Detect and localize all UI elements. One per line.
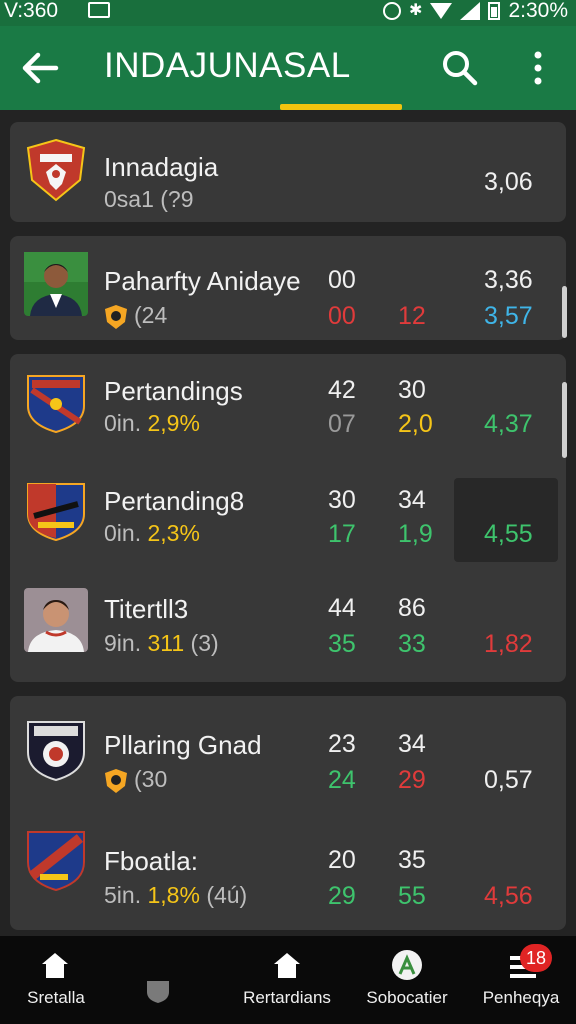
team-name: Pertandings — [104, 376, 243, 406]
score-bottom-2: 55 — [398, 882, 426, 910]
match-subtitle: 9in. 311 (3) — [104, 630, 219, 656]
score-top: 42 — [328, 376, 356, 404]
status-left-text: V:360 — [4, 0, 59, 22]
player-name: Titertll3 — [104, 594, 189, 624]
list-item[interactable]: Pllaring Gnad (30 23 34 24 29 0,57 — [10, 696, 566, 812]
match-card[interactable]: Pllaring Gnad (30 23 34 24 29 0,57 Fboat… — [10, 696, 566, 1020]
nav-label: Penheqya — [482, 988, 560, 1007]
club-crest-icon — [27, 483, 85, 542]
match-card[interactable]: Innadagia 0sa1 (?9 3,06 — [10, 122, 566, 222]
team-name: Pertanding8 — [104, 486, 245, 516]
list-item[interactable]: Fboatla: 5in. 1,8% (4ú) 20 35 29 55 4,56 — [10, 812, 566, 1020]
score-top: 44 — [328, 594, 356, 622]
score-bottom: 35 — [328, 630, 356, 658]
shield-badge-icon — [105, 768, 127, 793]
club-crest-icon — [27, 831, 85, 892]
bottom-navigation: Sretalla Rertardians Sobocatier Penheqya — [0, 936, 576, 1024]
arrow-left-icon — [22, 52, 59, 84]
score-top-2: 86 — [398, 594, 426, 622]
match-subtitle: 0in. 2,3% — [104, 520, 200, 546]
match-subtitle: (24 — [104, 302, 167, 330]
nav-item-menu[interactable]: Penheqya — [466, 936, 576, 1024]
app-bar: INDAJUNASAL — [0, 26, 576, 110]
score-top-2: 35 — [398, 846, 426, 874]
match-subtitle: 0sa1 (?9 — [104, 186, 194, 212]
club-crest-icon — [26, 138, 86, 202]
back-button[interactable] — [20, 50, 60, 86]
notification-icon — [88, 2, 110, 18]
soccer-icon — [392, 950, 422, 980]
shield-icon — [147, 981, 169, 1003]
score-top: 20 — [328, 846, 356, 874]
status-time: 2:30% — [508, 0, 568, 22]
score-bottom: 00 — [328, 302, 356, 330]
odds-value[interactable]: 0,57 — [484, 766, 533, 795]
score-bottom-2: 12 — [398, 302, 426, 330]
score-top: 30 — [328, 486, 356, 514]
odds-value[interactable]: 4,56 — [484, 882, 533, 911]
home-icon — [42, 953, 68, 978]
match-subtitle: (30 — [104, 766, 167, 794]
list-item[interactable]: Titertll3 9in. 311 (3) 44 86 35 33 1,82 — [10, 574, 566, 682]
nav-label: Sobocatier — [366, 988, 448, 1007]
nav-item-home[interactable]: Sretalla — [0, 936, 112, 1024]
nav-item-standings[interactable]: Rertardians — [226, 936, 348, 1024]
score-bottom: 24 — [328, 766, 356, 794]
score-bottom-2: 2,0 — [398, 410, 433, 438]
odds-value[interactable]: 1,82 — [484, 630, 533, 659]
nav-item-shield[interactable] — [112, 936, 204, 1024]
search-button[interactable] — [440, 48, 480, 88]
odds-value[interactable]: 4,55 — [484, 520, 533, 549]
club-crest-icon — [27, 721, 85, 782]
player-name: Paharfty Anidaye — [104, 266, 301, 296]
battery-icon — [488, 2, 501, 20]
scrollbar[interactable] — [562, 286, 567, 338]
search-icon — [443, 51, 478, 86]
nav-item-soccer[interactable]: Sobocatier — [350, 936, 464, 1024]
match-subtitle: 5in. 1,8% (4ú) — [104, 882, 248, 908]
score-top: 23 — [328, 730, 356, 758]
club-crest-icon — [27, 375, 85, 434]
team-name: Innadagia — [104, 152, 219, 182]
nav-label: Rertardians — [243, 988, 331, 1007]
status-bar: V:360 ✱ 2:30% — [0, 0, 576, 26]
odds-value[interactable]: 4,37 — [484, 410, 533, 439]
score-top-2: 30 — [398, 376, 426, 404]
team-name: Pllaring Gnad — [104, 730, 262, 760]
team-name: Fboatla: — [104, 846, 198, 876]
nav-label: Sretalla — [27, 988, 85, 1007]
bluetooth-icon: ✱ — [409, 2, 423, 19]
match-subtitle: 0in. 2,9% — [104, 410, 200, 436]
score-top-2: 34 — [398, 486, 426, 514]
score-bottom-2: 1,9 — [398, 520, 433, 548]
score-bottom: 07 — [328, 410, 356, 438]
wifi-icon — [430, 3, 453, 19]
notification-badge: 18 — [520, 944, 552, 972]
odds-value-secondary[interactable]: 3,57 — [484, 302, 533, 331]
more-vert-icon — [534, 51, 542, 85]
more-options-button[interactable] — [524, 46, 552, 90]
match-card[interactable]: Pertandings 0in. 2,9% 42 30 07 2,0 4,37 … — [10, 354, 566, 682]
signal-icon — [460, 2, 481, 20]
score-top-2: 34 — [398, 730, 426, 758]
list-item[interactable]: Pertandings 0in. 2,9% 42 30 07 2,0 4,37 — [10, 354, 566, 464]
shield-badge-icon — [105, 304, 127, 329]
player-avatar — [24, 252, 88, 316]
home-icon — [274, 953, 300, 978]
player-avatar — [24, 588, 88, 652]
score-bottom: 17 — [328, 520, 356, 548]
scrollbar-thumb[interactable] — [562, 382, 567, 458]
score-top: 00 — [328, 266, 356, 294]
odds-value[interactable]: 3,36 — [484, 266, 533, 295]
alarm-icon — [383, 2, 402, 20]
score-bottom-2: 33 — [398, 630, 426, 658]
match-card[interactable]: Paharfty Anidaye (24 00 00 12 3,36 3,57 — [10, 236, 566, 340]
score-bottom-2: 29 — [398, 766, 426, 794]
odds-value[interactable]: 3,06 — [484, 168, 533, 197]
match-list[interactable]: Innadagia 0sa1 (?9 3,06 Paharfty Anidaye… — [0, 110, 576, 1020]
list-item[interactable]: Pertanding8 0in. 2,3% 30 34 17 1,9 4,55 — [10, 464, 566, 574]
score-bottom: 29 — [328, 882, 356, 910]
page-title: INDAJUNASAL — [104, 46, 351, 85]
